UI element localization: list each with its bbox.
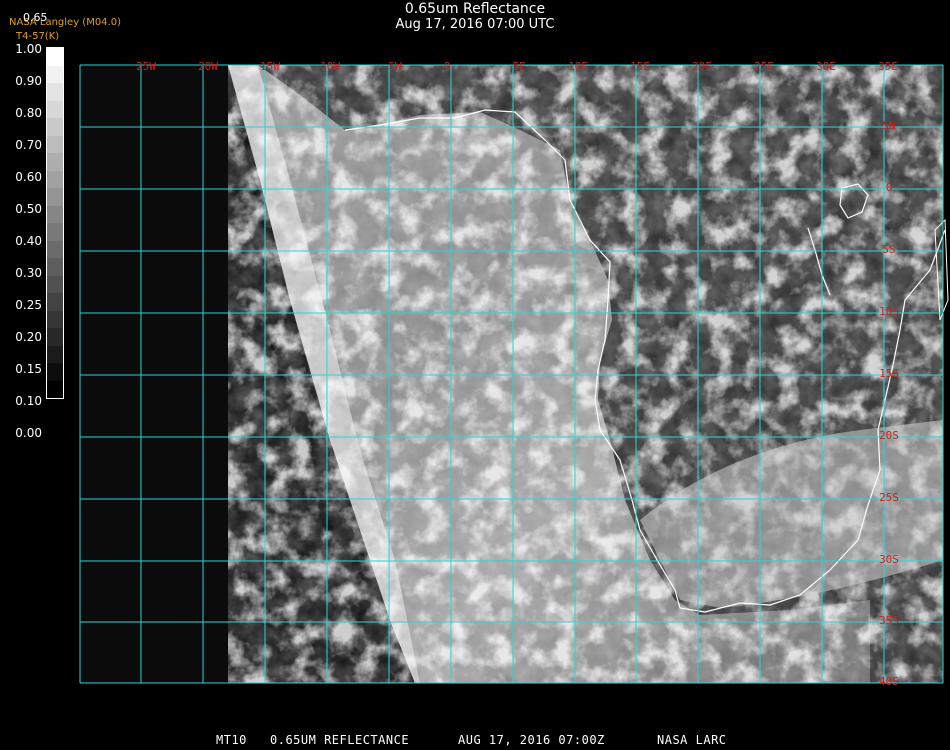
- colorbar-segment: [47, 223, 63, 241]
- image-title: 0.65um Reflectance: [404, 1, 546, 17]
- colorbar-label: 1.00: [15, 42, 42, 56]
- latitude-label: 25S: [879, 491, 899, 504]
- longitude-label: 20E: [692, 60, 712, 73]
- latitude-label: 40S: [879, 675, 899, 688]
- colorbar-segment: [47, 100, 63, 119]
- longitude-label: 35E: [878, 60, 898, 73]
- footer-bar: MT10 0.65UM REFLECTANCE AUG 17, 2016 07:…: [0, 733, 950, 749]
- colorbar-segment: [47, 188, 63, 206]
- colorbar-segment: [47, 275, 63, 294]
- colorbar-segment: [47, 118, 63, 136]
- colorbar-segment: [47, 170, 63, 189]
- colorbar-segment: [47, 240, 63, 259]
- colorbar-segment: [47, 363, 63, 381]
- colorbar-label: 0.20: [15, 330, 42, 344]
- colorbar-segment: [47, 83, 63, 101]
- colorbar-label: 0.10: [15, 394, 42, 408]
- colorbar-segment: [47, 310, 63, 329]
- colorbar-label: 0.90: [15, 74, 42, 88]
- longitude-label: 20W: [198, 60, 218, 73]
- longitude-label: 15E: [630, 60, 650, 73]
- colorbar-segment: [47, 258, 63, 276]
- satellite-map: 25W 20W 15W 10W 5W 0 5E 10E 15E 20E 25E 30E 35E 5N 0 5…: [79, 60, 949, 688]
- colorbar-label: 0.70: [15, 138, 42, 152]
- footer-source: NASA LARC: [657, 733, 727, 747]
- colorbar-segment: [47, 153, 63, 171]
- longitude-label: 15W: [260, 60, 280, 73]
- footer-datetime: AUG 17, 2016 07:00Z: [458, 733, 605, 747]
- longitude-label: 25E: [754, 60, 774, 73]
- colorbar-label: 0.40: [15, 234, 42, 248]
- latitude-label: 35S: [879, 614, 899, 627]
- colorbar-label: 0.25: [15, 298, 42, 312]
- colorbar-segment: [47, 48, 63, 66]
- colorbar-segment: [47, 65, 63, 84]
- longitude-label: 5E: [512, 60, 525, 73]
- latitude-label: 15S: [879, 367, 899, 380]
- latitude-label: 30S: [879, 553, 899, 566]
- longitude-label: 25W: [136, 60, 156, 73]
- colorbar-label: 0.30: [15, 266, 42, 280]
- colorbar-segment: [47, 205, 63, 224]
- latitude-label: 5N: [882, 119, 895, 132]
- colorbar-segment: [47, 135, 63, 154]
- colorbar-segment: [47, 345, 63, 364]
- latitude-label: 10S: [879, 305, 899, 318]
- longitude-label: 30E: [816, 60, 836, 73]
- longitude-label: 10W: [320, 60, 340, 73]
- colorbar-label: 0.80: [15, 106, 42, 120]
- colorbar-segment: [47, 328, 63, 346]
- colorbar-label: 0.60: [15, 170, 42, 184]
- longitude-label: 10E: [568, 60, 588, 73]
- colorbar-segment: [47, 380, 63, 398]
- latitude-label: 5S: [882, 243, 895, 256]
- colorbar-label: 0.50: [15, 202, 42, 216]
- longitude-label: 0: [444, 60, 451, 73]
- footer-product: 0.65UM REFLECTANCE: [270, 733, 410, 747]
- reflectance-colorbar: [46, 47, 64, 399]
- colorbar-label: 0.00: [15, 426, 42, 440]
- image-timestamp: Aug 17, 2016 07:00 UTC: [395, 17, 555, 32]
- colorbar-label: 0.15: [15, 362, 42, 376]
- latitude-label: 0: [886, 181, 893, 194]
- scale-header: 0.65: [23, 11, 48, 24]
- footer-satellite: MT10: [216, 733, 247, 747]
- latitude-label: 20S: [879, 429, 899, 442]
- colorbar-segment: [47, 293, 63, 311]
- longitude-label: 5W: [388, 60, 402, 73]
- credit-sub-label: T4-57(K): [16, 31, 60, 42]
